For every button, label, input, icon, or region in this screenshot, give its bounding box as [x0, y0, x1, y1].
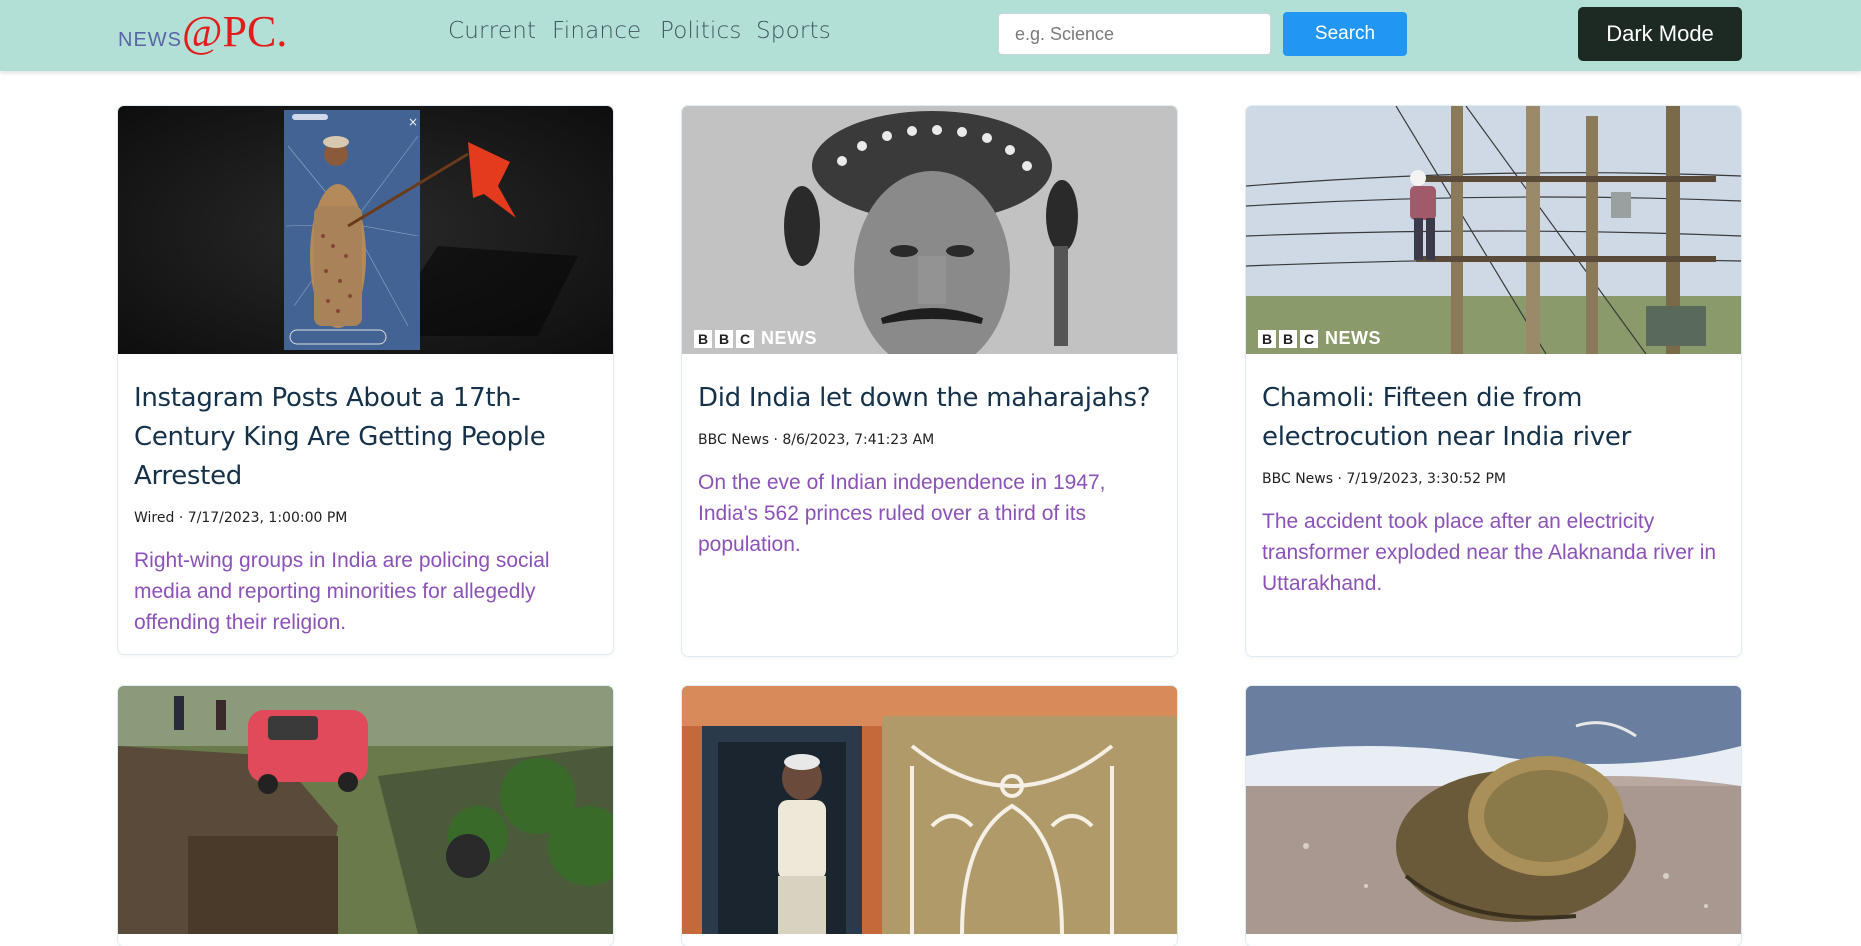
article-title[interactable]: Instagram Posts About a 17th-Century Kin… [134, 379, 597, 496]
search-input[interactable] [998, 13, 1271, 55]
article-meta: BBC News · 7/19/2023, 3:30:52 PM [1262, 471, 1506, 487]
article-image[interactable] [682, 686, 1177, 934]
brand-logo[interactable]: NEWS @PC. [118, 4, 287, 60]
article-card[interactable] [682, 686, 1177, 946]
article-title[interactable]: Chamoli: Fifteen die from electrocution … [1262, 379, 1725, 457]
painted-house-doorway-photo [682, 686, 1177, 934]
article-image[interactable]: × [118, 106, 613, 354]
article-card[interactable]: × Instagram Posts About a 17th-Century K… [118, 106, 613, 654]
svg-text:×: × [408, 115, 418, 129]
car-on-cliff-photo [118, 686, 613, 934]
article-description: On the eve of Indian independence in 194… [698, 471, 1106, 556]
brand-news-text: NEWS [118, 29, 182, 51]
article-card[interactable]: B B C NEWS Chamoli: Fifteen die from ele… [1246, 106, 1741, 656]
card-body: Chamoli: Fifteen die from electrocution … [1246, 354, 1741, 615]
navbar: NEWS @PC. Current Finance Politics Sport… [0, 0, 1861, 71]
nav-link-current[interactable]: Current [448, 18, 536, 44]
dark-mode-button[interactable]: Dark Mode [1578, 7, 1742, 61]
article-image[interactable] [1246, 686, 1741, 934]
power-lines-worker-photo [1246, 106, 1741, 354]
card-body: Did India let down the maharajahs? BBC N… [682, 354, 1177, 576]
nav-link-politics[interactable]: Politics [660, 18, 742, 44]
maharaja-portrait-photo [682, 106, 1177, 354]
bbc-news-watermark: B B C NEWS [694, 328, 817, 349]
nav-link-sports[interactable]: Sports [756, 18, 831, 44]
article-card[interactable]: B B C NEWS Did India let down the mahara… [682, 106, 1177, 656]
article-card[interactable] [118, 686, 613, 946]
article-title[interactable]: Did India let down the maharajahs? [698, 379, 1161, 418]
article-meta: Wired · 7/17/2023, 1:00:00 PM [134, 510, 348, 526]
article-description: The accident took place after an electri… [1262, 510, 1717, 595]
nav-link-finance[interactable]: Finance [552, 18, 641, 44]
article-description: Right-wing groups in India are policing … [134, 549, 550, 634]
card-body: Instagram Posts About a 17th-Century Kin… [118, 354, 613, 654]
bbc-news-watermark: B B C NEWS [1258, 328, 1381, 349]
metal-object-on-beach-photo [1246, 686, 1741, 934]
article-card[interactable] [1246, 686, 1741, 946]
article-image[interactable]: B B C NEWS [1246, 106, 1741, 354]
instagram-story-king-illustration: × [118, 106, 613, 354]
article-image[interactable] [118, 686, 613, 934]
search-button[interactable]: Search [1283, 12, 1407, 56]
article-meta: BBC News · 8/6/2023, 7:41:23 AM [698, 432, 935, 448]
article-image[interactable]: B B C NEWS [682, 106, 1177, 354]
brand-at-text: @PC. [182, 7, 288, 56]
